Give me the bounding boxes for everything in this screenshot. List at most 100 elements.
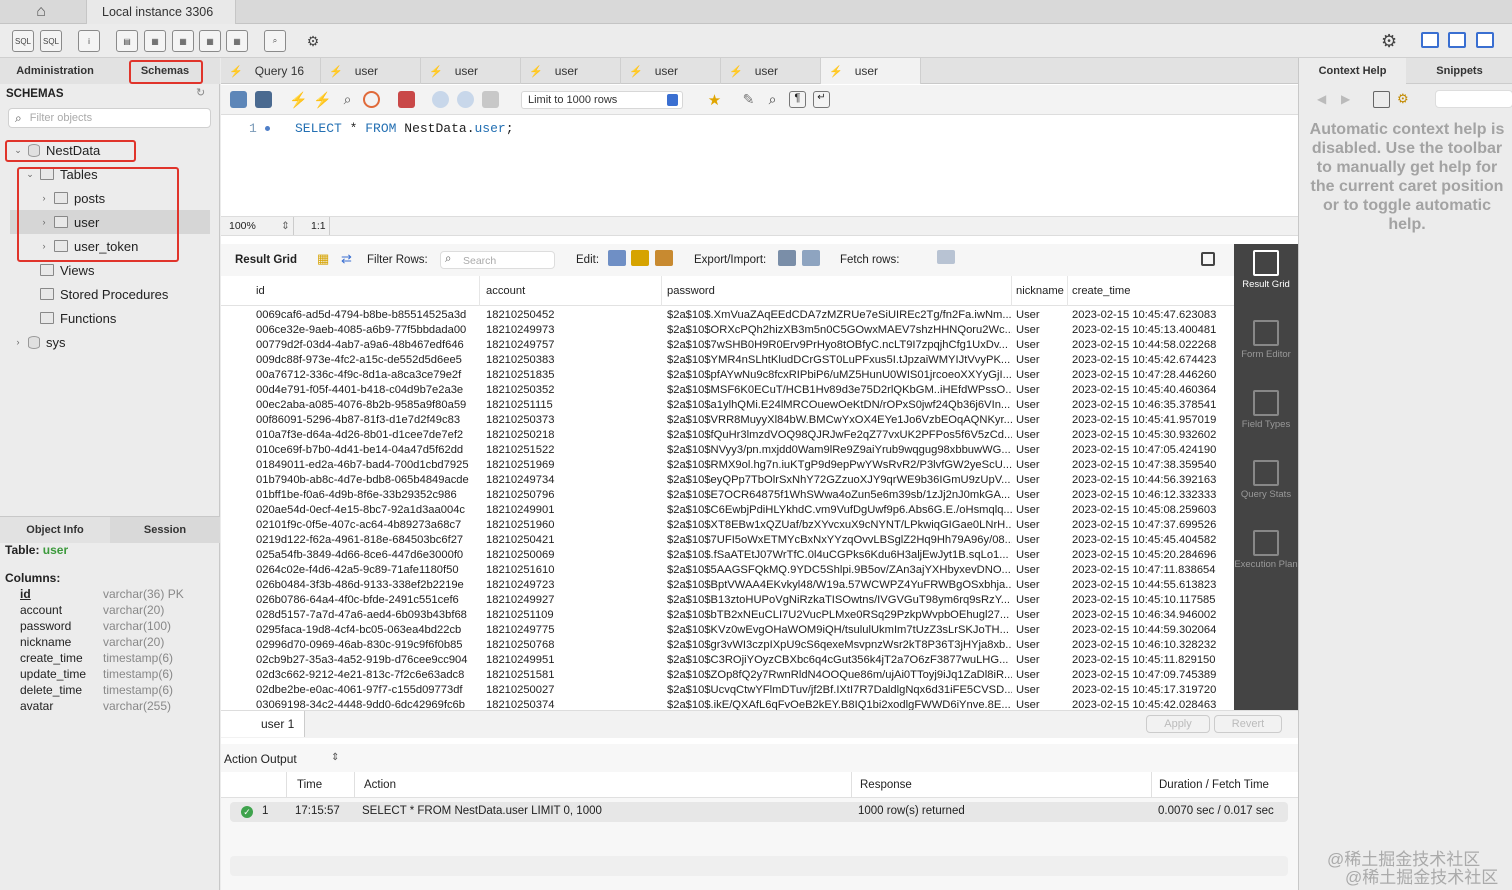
grid-cell[interactable]: $2a$10$ORXcPQh2hizXB3m5n0C5GOwxMAEV7shzH… <box>667 324 1012 336</box>
grid-cell[interactable]: $2a$10$E7OCR64875f1WhSWwa4oZun5e6m39sb/1… <box>667 489 1012 501</box>
tree-views-folder[interactable]: Views <box>36 258 94 282</box>
grid-cell[interactable]: 18210250373 <box>486 414 661 426</box>
grid-cell[interactable]: User <box>1016 639 1071 651</box>
grid-cell[interactable]: User <box>1016 669 1071 681</box>
tab-session[interactable]: Session <box>110 517 220 543</box>
query-tab[interactable]: ⚡ Query 16 <box>221 58 321 84</box>
grid-cell[interactable]: $2a$10$YMR4nSLhtKludDCrGST0LuPFxus5I.tJp… <box>667 354 1012 366</box>
grid-cell[interactable]: 2023-02-15 10:45:10.117585 <box>1072 594 1232 606</box>
grid-cell[interactable]: User <box>1016 444 1071 456</box>
import-icon[interactable] <box>802 250 820 266</box>
grid-cell[interactable]: $2a$10$C6EwbjPdiHLYkhdC.vm9VufDgUwf9p6.A… <box>667 504 1012 516</box>
grid-cell[interactable]: $2a$10$a1ylhQMi.E24lMRCOuewOeKtDN/rOPxS0… <box>667 399 1012 411</box>
grid-cell[interactable]: 02cb9b27-35a3-4a52-919b-d76cee9cc904 <box>256 654 481 666</box>
grid-cell[interactable]: $2a$10$pfAYwNu9c8fcxRIPbiP6/uMZ5HunU0WIS… <box>667 369 1012 381</box>
query-tab[interactable]: ⚡ user <box>821 58 921 84</box>
create-procedure-icon[interactable]: ▦ <box>199 30 221 52</box>
grid-cell[interactable]: 2023-02-15 10:47:09.745389 <box>1072 669 1232 681</box>
table-row[interactable]: 00779d2f-03d4-4ab7-a9a6-48b467edf646 1821… <box>221 338 1234 353</box>
table-row[interactable]: 006ce32e-9aeb-4085-a6b9-77f5bbdada00 1821… <box>221 323 1234 338</box>
grid-cell[interactable]: 18210249927 <box>486 594 661 606</box>
grid-cell[interactable]: User <box>1016 549 1071 561</box>
rail-button[interactable]: Query Stats <box>1234 460 1298 500</box>
table-row[interactable]: 02996d70-0969-46ab-830c-919c9f6f0b85 1821… <box>221 638 1234 653</box>
grid-cell[interactable]: 18210250027 <box>486 684 661 696</box>
grid-cell[interactable]: User <box>1016 519 1071 531</box>
rail-button[interactable]: Execution Plan <box>1234 530 1298 570</box>
delete-row-icon[interactable] <box>655 250 673 266</box>
grid-cell[interactable]: 18210249973 <box>486 324 661 336</box>
grid-cell[interactable]: 2023-02-15 10:45:42.674423 <box>1072 354 1232 366</box>
inspector-icon[interactable]: i <box>78 30 100 52</box>
grid-cell[interactable]: 2023-02-15 10:44:56.392163 <box>1072 474 1232 486</box>
table-row[interactable]: 026b0484-3f3b-486d-9133-338ef2b2219e 1821… <box>221 578 1234 593</box>
grid-cell[interactable]: $2a$10$ZOp8fQ2y7RwnRldN4OOQue86m/ujAi0TT… <box>667 669 1012 681</box>
grid-cell[interactable]: 18210251522 <box>486 444 661 456</box>
auto-help-icon[interactable]: ⚙ <box>1397 91 1414 108</box>
grid-cell[interactable]: 026b0484-3f3b-486d-9133-338ef2b2219e <box>256 579 481 591</box>
invisible-chars-icon[interactable]: ¶ <box>789 91 806 108</box>
grid-cell[interactable]: User <box>1016 654 1071 666</box>
toggle-error-icon[interactable] <box>398 91 415 108</box>
filter-objects-input[interactable]: ⌕ Filter objects <box>8 108 211 128</box>
grid-cell[interactable]: $2a$10$.fSaATEtJ07WrTfC.0l4uCGPks6Kdu6H3… <box>667 549 1012 561</box>
grid-cell[interactable]: 010ce69f-b7b0-4d41-be14-04a47d5f62dd <box>256 444 481 456</box>
grid-cell[interactable]: 2023-02-15 10:45:42.028463 <box>1072 699 1232 710</box>
grid-cell[interactable]: User <box>1016 609 1071 621</box>
toggle-secondary-sidebar-icon[interactable] <box>1476 32 1494 48</box>
open-file-icon[interactable] <box>230 91 247 108</box>
create-function-icon[interactable]: ▦ <box>226 30 248 52</box>
grid-cell[interactable]: $2a$10$7UFI5oWxETMYcBxNxYYzqOvvLBSglZ2Hq… <box>667 534 1012 546</box>
create-schema-icon[interactable]: ▤ <box>116 30 138 52</box>
fetch-rows-icon[interactable] <box>937 250 955 264</box>
grid-cell[interactable]: User <box>1016 624 1071 636</box>
grid-cell[interactable]: 01b7940b-ab8c-4d7e-bdb8-065b4849acde <box>256 474 481 486</box>
bookmark-star-icon[interactable]: ★ <box>706 91 723 109</box>
grid-cell[interactable]: 2023-02-15 10:45:17.319720 <box>1072 684 1232 696</box>
add-row-icon[interactable] <box>631 250 649 266</box>
grid-cell[interactable]: 0219d122-f62a-4961-818e-684503bc6f27 <box>256 534 481 546</box>
grid-cell[interactable]: 2023-02-15 10:46:35.378541 <box>1072 399 1232 411</box>
grid-cell[interactable]: $2a$10$eyQPp7TbOlrSxNhY72GZzuoXJY9qrWE9b… <box>667 474 1012 486</box>
tab-snippets[interactable]: Snippets <box>1406 58 1512 84</box>
grid-cell[interactable]: 2023-02-15 10:45:30.932602 <box>1072 429 1232 441</box>
tree-functions-folder[interactable]: Functions <box>36 306 116 330</box>
table-row[interactable]: 010a7f3e-d64a-4d26-8b01-d1cee7de7ef2 1821… <box>221 428 1234 443</box>
grid-cell[interactable]: 2023-02-15 10:47:11.838654 <box>1072 564 1232 576</box>
query-tab[interactable]: ⚡ user <box>721 58 821 84</box>
rollback-icon[interactable] <box>457 91 474 108</box>
grid-column-header[interactable]: account <box>486 285 525 297</box>
table-row[interactable]: 03069198-34c2-4448-9dd0-6dc42969fc6b 1821… <box>221 698 1234 710</box>
table-row[interactable]: 01b7940b-ab8c-4d7e-bdb8-065b4849acde 1821… <box>221 473 1234 488</box>
grid-cell[interactable]: User <box>1016 534 1071 546</box>
grid-cell[interactable]: 18210251610 <box>486 564 661 576</box>
grid-cell[interactable]: $2a$10$B13ztoHUPoVgNiRzkaTISOwtns/IVGVGu… <box>667 594 1012 606</box>
help-search-input[interactable] <box>1435 90 1512 108</box>
table-row[interactable]: 0295faca-19d8-4cf4-bc05-063ea4bd22cb 1821… <box>221 623 1234 638</box>
grid-cell[interactable]: User <box>1016 324 1071 336</box>
table-row[interactable]: 00a76712-336c-4f9c-8d1a-a8ca3ce79e2f 1821… <box>221 368 1234 383</box>
table-row[interactable]: 02cb9b27-35a3-4a52-919b-d76cee9cc904 1821… <box>221 653 1234 668</box>
grid-cell[interactable]: $2a$10$5AAGSFQkMQ.9YDC5Shlpi.9B5ov/ZAn3a… <box>667 564 1012 576</box>
grid-cell[interactable]: 02996d70-0969-46ab-830c-919c9f6f0b85 <box>256 639 481 651</box>
rail-button[interactable]: Result Grid <box>1234 250 1298 290</box>
action-output-select[interactable]: Action Output <box>224 752 297 766</box>
grid-cell[interactable]: 2023-02-15 10:47:38.359540 <box>1072 459 1232 471</box>
new-sql-tab-icon[interactable]: SQL <box>12 30 34 52</box>
grid-cell[interactable]: 18210249757 <box>486 339 661 351</box>
grid-cell[interactable]: $2a$10$NVyy3/pn.mxjdd0Wam9lRe9Z9aiYrub9w… <box>667 444 1012 456</box>
grid-cell[interactable]: 2023-02-15 10:46:34.946002 <box>1072 609 1232 621</box>
grid-cell[interactable]: 2023-02-15 10:45:20.284696 <box>1072 549 1232 561</box>
grid-cell[interactable]: User <box>1016 459 1071 471</box>
grid-cell[interactable]: $2a$10$XT8EBw1xQZUaf/bzXYvcxuX9cNYNT/LPk… <box>667 519 1012 531</box>
tab-administration[interactable]: Administration <box>0 58 110 84</box>
grid-cell[interactable]: User <box>1016 504 1071 516</box>
grid-cell[interactable]: $2a$10$VRR8MuyyXl84bW.BMCwYxOX4EYe1Jo6Vz… <box>667 414 1012 426</box>
grid-cell[interactable]: 020ae54d-0ecf-4e15-8bc7-92a1d3aa004c <box>256 504 481 516</box>
zoom-level[interactable]: 100% <box>229 220 256 232</box>
chevron-updown-icon[interactable]: ⇕ <box>331 752 339 763</box>
grid-cell[interactable]: 18210250768 <box>486 639 661 651</box>
table-row[interactable]: 020ae54d-0ecf-4e15-8bc7-92a1d3aa004c 1821… <box>221 503 1234 518</box>
grid-cell[interactable]: 18210250374 <box>486 699 661 710</box>
grid-cell[interactable]: 2023-02-15 10:45:13.400481 <box>1072 324 1232 336</box>
